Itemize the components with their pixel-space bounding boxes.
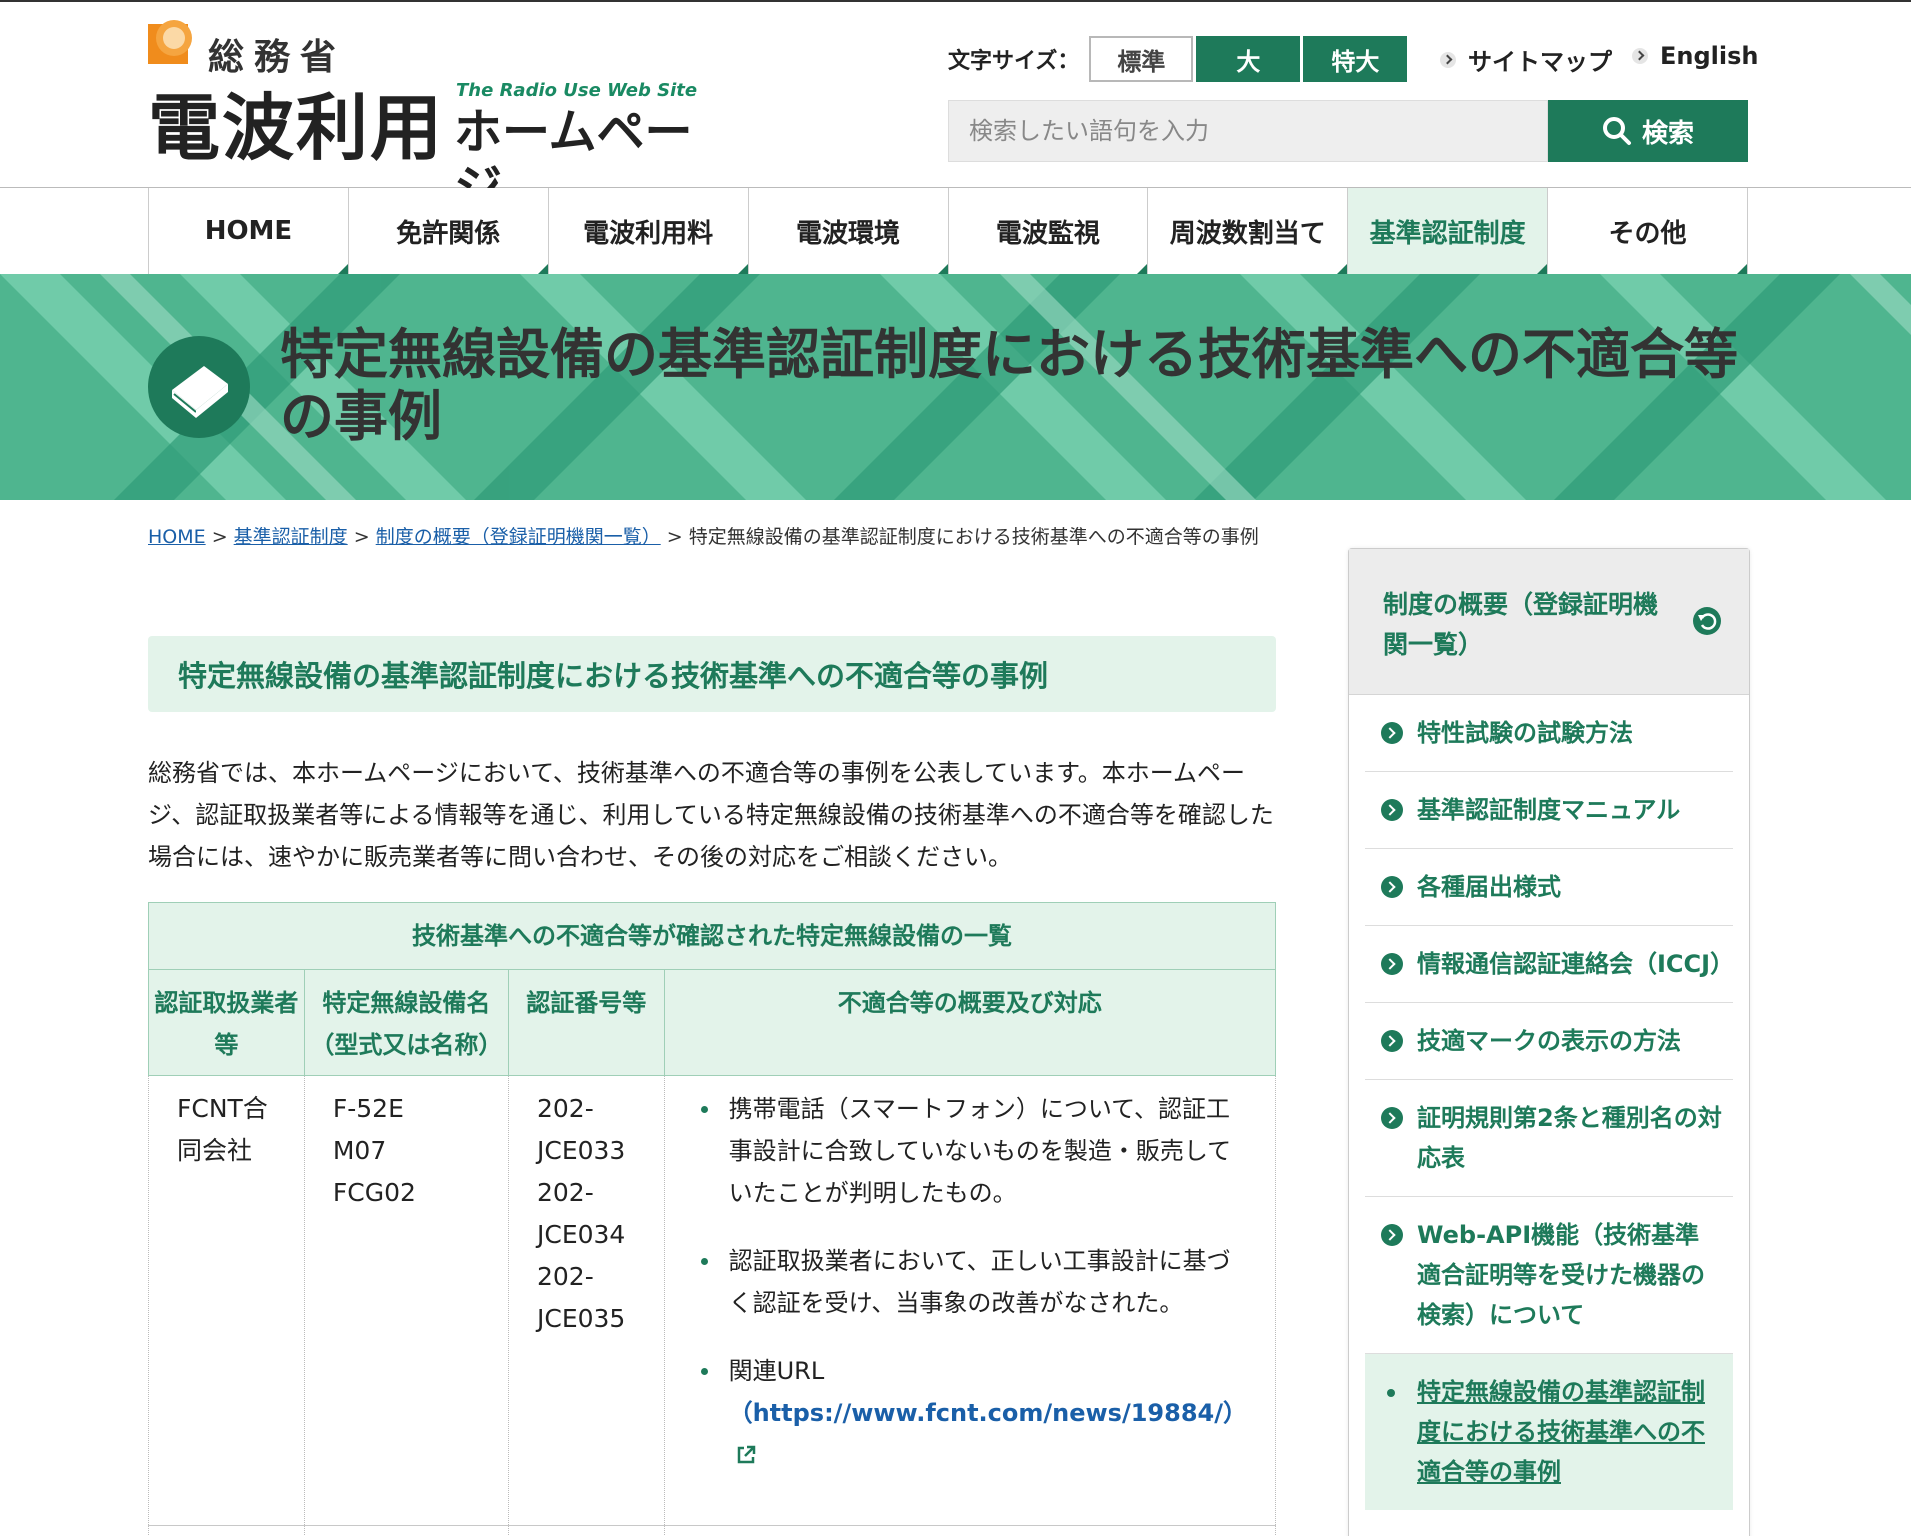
column-header-summary: 不適合等の概要及び対応 [663, 969, 1277, 1076]
cert-number: 202-JCE035 [537, 1262, 626, 1333]
breadcrumb: HOME > 基準認証制度 > 制度の概要（登録証明機関一覧） > 特定無線設備… [148, 522, 1278, 552]
related-url-label: 関連URL [728, 1357, 825, 1385]
sidebar-item-label: 特性試験の試験方法 [1417, 719, 1633, 747]
table-row: FCNT合同会社 F-52E M07 FCG02 202-JCE033 202-… [148, 1075, 1277, 1526]
sidebar-item-iccj[interactable]: 情報通信認証連絡会（ICCJ） [1365, 926, 1735, 1003]
arrow-right-icon [1381, 1224, 1403, 1246]
cell-company: FCNT合同会社 [148, 1075, 305, 1526]
page-banner: 特定無線設備の基準認証制度における技術基準への不適合等の事例 [0, 274, 1911, 500]
site-title-en: The Radio Use Web Site [456, 80, 698, 101]
nav-item-license[interactable]: 免許関係 [348, 188, 549, 274]
section-heading: 特定無線設備の基準認証制度における技術基準への不適合等の事例 [148, 636, 1276, 712]
nav-item-frequency-allocation[interactable]: 周波数割当て [1148, 188, 1349, 274]
intro-text: 総務省では、本ホームページにおいて、技術基準への不適合等の事例を公表しています。… [148, 759, 1274, 871]
sidebar-item-label: 技適マークの表示の方法 [1417, 1027, 1681, 1055]
cell-devices: F-52E M07 FCG02 [303, 1075, 510, 1526]
sidebar-item-label: 情報通信認証連絡会（ICCJ） [1417, 950, 1735, 978]
chevron-right-icon [1632, 48, 1648, 64]
cell-summary: 携帯電話（スマートフォン）について、認証工事設計に合致していないものを製造・販売… [663, 1075, 1277, 1526]
sidebar-item-test-method[interactable]: 特性試験の試験方法 [1365, 695, 1733, 772]
column-header-device: 特定無線設備名（型式又は名称） [303, 969, 510, 1076]
global-nav: HOME 免許関係 電波利用料 電波環境 電波監視 周波数割当て 基準認証制度 … [148, 188, 1748, 274]
nav-item-radio-fee[interactable]: 電波利用料 [548, 188, 749, 274]
search-button[interactable]: 検索 [1548, 100, 1748, 162]
nav-item-other[interactable]: その他 [1548, 188, 1748, 274]
cell-cert-numbers: 202-JCE033 202-JCE034 202-JCE035 [508, 1075, 665, 1526]
summary-item: 携帯電話（スマートフォン）について、認証工事設計に合致していないものを製造・販売… [693, 1088, 1247, 1214]
book-icon [148, 336, 250, 438]
ministry-logo-icon [148, 20, 192, 64]
ministry-name: 総務省 [208, 37, 347, 78]
device-name: F-52E [332, 1094, 404, 1123]
breadcrumb-separator: > [666, 526, 683, 548]
table-row [148, 1525, 1277, 1536]
search-icon [1602, 117, 1631, 145]
sidebar-item-manual[interactable]: 基準認証制度マニュアル [1365, 772, 1733, 849]
arrow-right-icon [1381, 1030, 1403, 1052]
arrow-right-icon [1381, 876, 1403, 898]
arrow-right-icon [1381, 722, 1403, 744]
sidebar-item-web-api[interactable]: Web-API機能（技術基準適合証明等を受けた機器の検索）について [1365, 1197, 1733, 1354]
search-button-label: 検索 [1641, 118, 1694, 149]
cert-number: 202-JCE033 [537, 1094, 626, 1165]
search-input[interactable] [948, 100, 1548, 162]
sidebar-item-giteki-mark[interactable]: 技適マークの表示の方法 [1365, 1003, 1733, 1080]
sitemap-label: サイトマップ [1468, 48, 1612, 76]
site-logo[interactable]: 総務省 電波利用 The Radio Use Web Site ホームページ [148, 18, 728, 216]
font-size-standard-button[interactable]: 標準 [1089, 36, 1194, 82]
column-header-company: 認証取扱業者等 [148, 969, 305, 1076]
related-url-link[interactable]: （https://www.fcnt.com/news/19884/） [729, 1399, 1247, 1427]
sidebar-item-label: 証明規則第2条と種別名の対応表 [1417, 1104, 1722, 1172]
page-title: 特定無線設備の基準認証制度における技術基準への不適合等の事例 [280, 323, 1738, 448]
summary-item: 認証取扱業者において、正しい工事設計に基づく認証を受け、当事象の改善がなされた。 [693, 1240, 1247, 1324]
nav-item-certification[interactable]: 基準認証制度 [1348, 188, 1549, 274]
bullet-icon [1387, 1389, 1395, 1397]
sidebar: 制度の概要（登録証明機関一覧） 特性試験の試験方法 基準認証制度マニュアル 各種… [1348, 548, 1750, 1536]
font-size-label: 文字サイズ： [948, 49, 1080, 74]
breadcrumb-home[interactable]: HOME [148, 526, 206, 548]
table-caption: 技術基準への不適合等が確認された特定無線設備の一覧 [148, 902, 1276, 970]
site-title: 電波利用 [148, 86, 445, 170]
nav-item-home[interactable]: HOME [149, 188, 349, 274]
sidebar-head-label: 制度の概要（登録証明機関一覧） [1383, 590, 1659, 659]
arrow-right-icon [1381, 1107, 1403, 1129]
sidebar-item-label: 各種届出様式 [1417, 873, 1561, 901]
site-header: 総務省 電波利用 The Radio Use Web Site ホームページ 文… [0, 0, 1911, 216]
sidebar-parent-link[interactable]: 制度の概要（登録証明機関一覧） [1349, 549, 1749, 695]
chevron-right-icon [1440, 51, 1456, 68]
arrow-right-icon [1381, 799, 1403, 821]
font-size-large-button[interactable]: 大 [1196, 36, 1301, 82]
nav-item-radio-monitoring[interactable]: 電波監視 [948, 188, 1149, 274]
breadcrumb-separator: > [353, 526, 370, 548]
summary-item-related-url: 関連URL （https://www.fcnt.com/news/19884/） [693, 1350, 1247, 1476]
breadcrumb-separator: > [211, 526, 228, 548]
nav-item-radio-environment[interactable]: 電波環境 [748, 188, 949, 274]
summary-list: 携帯電話（スマートフォン）について、認証工事設計に合致していないものを製造・販売… [693, 1088, 1247, 1476]
sidebar-item-forms[interactable]: 各種届出様式 [1365, 849, 1733, 926]
sidebar-item-label: 基準認証制度マニュアル [1417, 796, 1681, 824]
english-link[interactable]: English [1632, 42, 1758, 70]
arrow-right-icon [1381, 953, 1403, 975]
sidebar-item-label: Web-API機能（技術基準適合証明等を受けた機器の検索）について [1417, 1221, 1705, 1329]
sidebar-list: 特性試験の試験方法 基準認証制度マニュアル 各種届出様式 情報通信認証連絡会（I… [1349, 695, 1749, 1510]
font-size-xlarge-button[interactable]: 特大 [1303, 36, 1408, 82]
search-bar: 検索 [948, 100, 1748, 162]
sidebar-item-current[interactable]: 特定無線設備の基準認証制度における技術基準への不適合等の事例 [1365, 1354, 1733, 1510]
device-name: M07 [332, 1136, 387, 1165]
cert-number: 202-JCE034 [537, 1178, 626, 1249]
device-name: FCG02 [332, 1178, 416, 1207]
breadcrumb-current: 特定無線設備の基準認証制度における技術基準への不適合等の事例 [688, 526, 1259, 548]
english-label: English [1660, 42, 1759, 70]
sidebar-item-label: 特定無線設備の基準認証制度における技術基準への不適合等の事例 [1417, 1378, 1705, 1486]
sitemap-link[interactable]: サイトマップ [1440, 42, 1612, 77]
breadcrumb-overview[interactable]: 制度の概要（登録証明機関一覧） [376, 526, 661, 548]
back-icon [1693, 607, 1721, 635]
sidebar-item-type-table[interactable]: 証明規則第2条と種別名の対応表 [1365, 1080, 1733, 1197]
breadcrumb-certification[interactable]: 基準認証制度 [234, 526, 348, 548]
noncompliance-table: 技術基準への不適合等が確認された特定無線設備の一覧 認証取扱業者等 特定無線設備… [148, 902, 1277, 1536]
column-header-cert-number: 認証番号等 [508, 969, 665, 1076]
font-size-switcher: 文字サイズ： 標準 大 特大 [948, 36, 1410, 82]
external-link-icon [737, 1445, 755, 1464]
